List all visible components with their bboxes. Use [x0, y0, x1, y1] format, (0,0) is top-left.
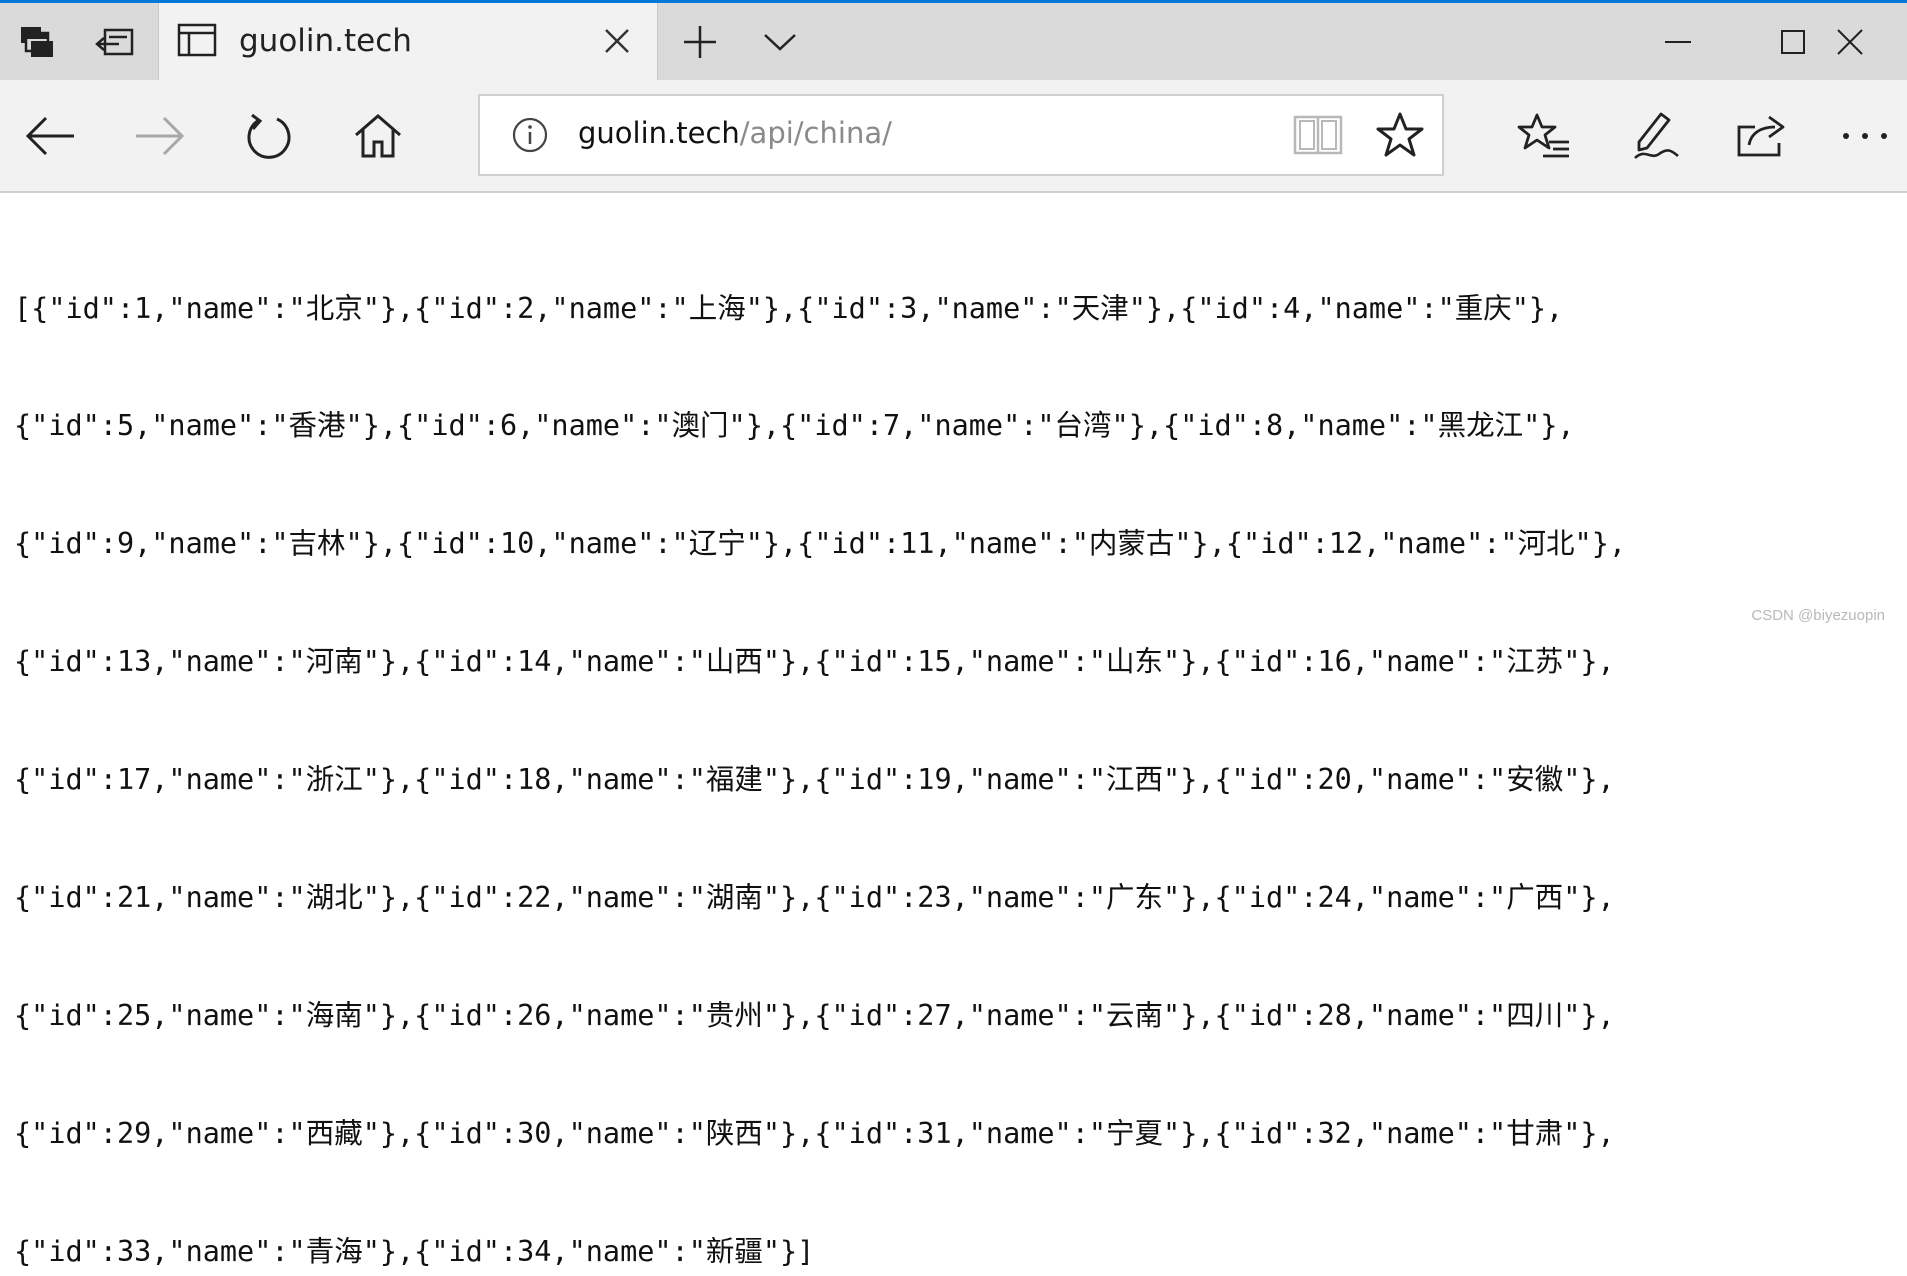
close-window-button[interactable] [1792, 3, 1907, 80]
address-bar[interactable]: guolin.tech/api/china/ [478, 94, 1444, 176]
more-button[interactable] [1822, 80, 1907, 191]
forward-button[interactable] [110, 80, 210, 191]
favorites-list-icon [1517, 112, 1571, 160]
url-text[interactable]: guolin.tech/api/china/ [578, 116, 892, 150]
json-line: [{"id":1,"name":"北京"},{"id":2,"name":"上海… [14, 291, 1564, 325]
favorite-button[interactable] [1370, 96, 1430, 174]
set-aside-tabs-icon [95, 27, 135, 57]
share-icon [1735, 113, 1789, 159]
json-response-body: [{"id":1,"name":"北京"},{"id":2,"name":"上海… [14, 210, 1884, 1276]
url-host: guolin.tech [578, 116, 740, 150]
json-line: {"id":21,"name":"湖北"},{"id":22,"name":"湖… [14, 881, 1615, 915]
home-button[interactable] [328, 80, 428, 191]
set-aside-tabs-button[interactable] [72, 3, 158, 80]
home-icon [353, 113, 403, 159]
pen-icon [1631, 110, 1681, 162]
web-note-button[interactable] [1606, 80, 1706, 191]
json-line: {"id":33,"name":"青海"},{"id":34,"name":"新… [14, 1234, 815, 1268]
close-tab-button[interactable] [601, 25, 633, 57]
json-line: {"id":9,"name":"吉林"},{"id":10,"name":"辽宁… [14, 527, 1627, 561]
json-line: {"id":25,"name":"海南"},{"id":26,"name":"贵… [14, 998, 1615, 1032]
minimize-button[interactable] [1620, 3, 1735, 80]
navigation-bar: guolin.tech/api/china/ [0, 80, 1907, 193]
tab-actions-icon [19, 25, 53, 59]
favorites-hub-button[interactable] [1494, 80, 1594, 191]
book-icon [1292, 113, 1344, 157]
close-icon [1836, 28, 1864, 56]
chevron-down-icon [763, 32, 797, 52]
page-icon [177, 23, 217, 57]
close-icon [601, 25, 633, 57]
json-line: {"id":13,"name":"河南"},{"id":14,"name":"山… [14, 645, 1615, 679]
tab-actions-button[interactable] [0, 3, 72, 80]
tab-title: guolin.tech [239, 23, 412, 59]
tab-active[interactable]: guolin.tech [158, 3, 658, 80]
json-line: {"id":17,"name":"浙江"},{"id":18,"name":"福… [14, 763, 1615, 797]
plus-icon [682, 24, 718, 60]
title-bar: guolin.tech [0, 0, 1907, 80]
watermark: CSDN @biyezuopin [1751, 607, 1885, 624]
ellipsis-icon [1842, 132, 1888, 140]
info-icon[interactable] [510, 96, 550, 174]
new-tab-button[interactable] [660, 3, 740, 80]
json-line: {"id":29,"name":"西藏"},{"id":30,"name":"陕… [14, 1116, 1615, 1150]
back-button[interactable] [0, 80, 100, 191]
tab-preview-button[interactable] [740, 3, 820, 80]
arrow-left-icon [24, 115, 76, 157]
star-icon [1375, 111, 1425, 159]
url-path: /api/china/ [739, 116, 892, 150]
refresh-button[interactable] [218, 80, 318, 191]
refresh-icon [243, 111, 293, 161]
minimize-icon [1664, 40, 1691, 44]
share-button[interactable] [1712, 80, 1812, 191]
json-line: {"id":5,"name":"香港"},{"id":6,"name":"澳门"… [14, 409, 1575, 443]
reading-view-button[interactable] [1288, 96, 1348, 174]
arrow-right-icon [134, 115, 186, 157]
